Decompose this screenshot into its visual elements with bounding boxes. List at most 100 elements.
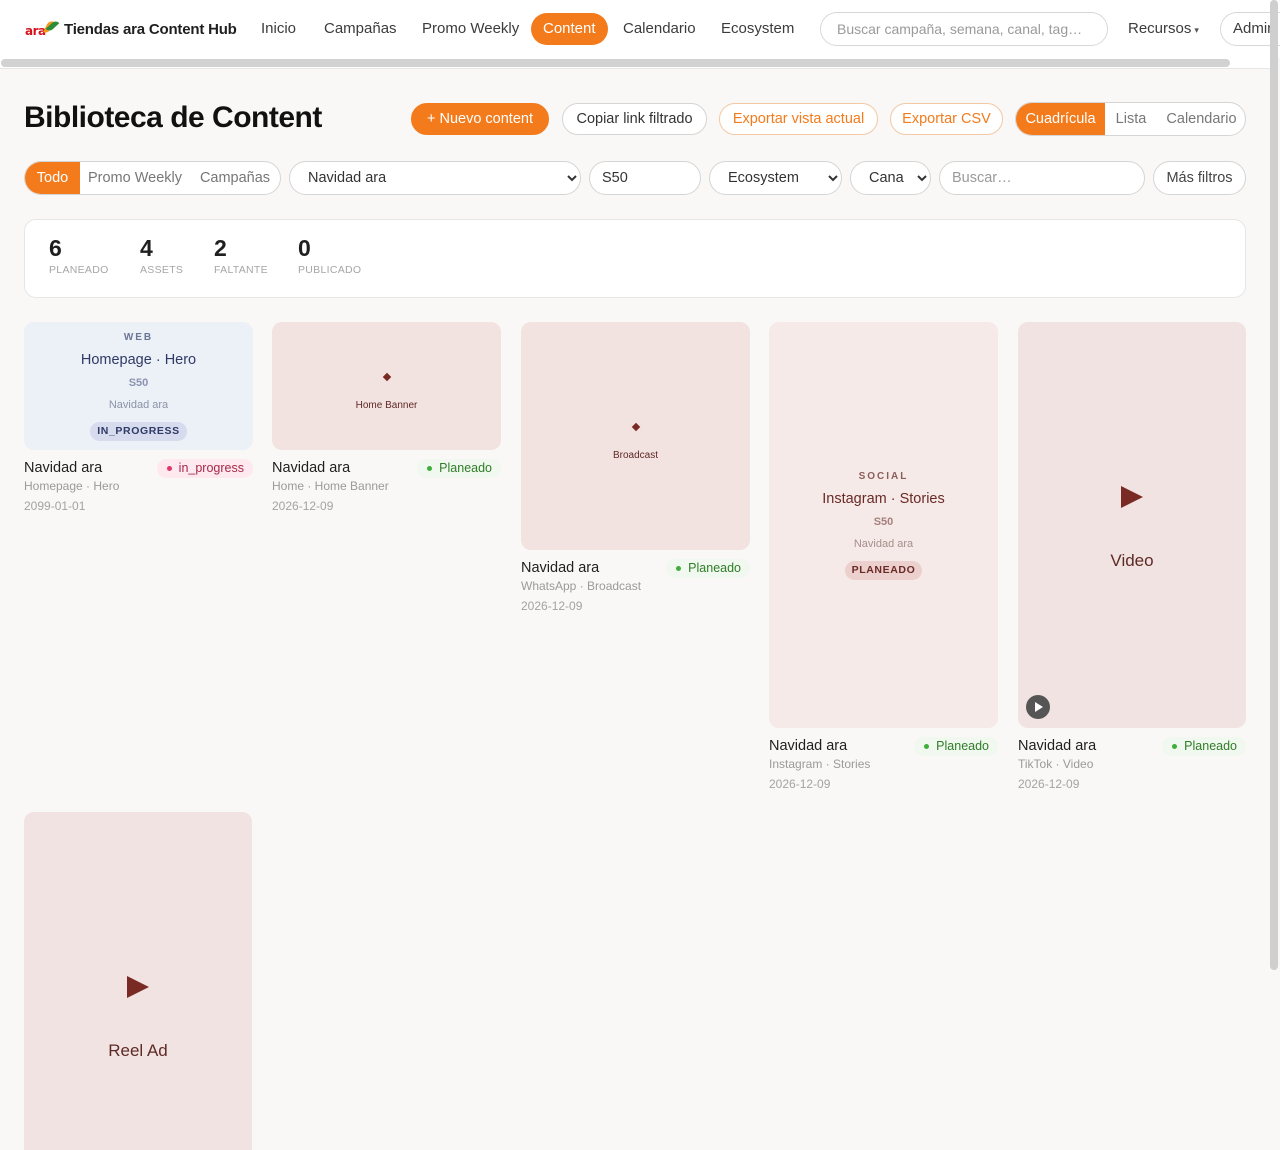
- stat-label: FALTANTE: [214, 264, 268, 276]
- copy-filtered-link-button[interactable]: Copiar link filtrado: [562, 103, 707, 135]
- card-thumbnail[interactable]: Broadcast: [521, 322, 750, 550]
- stat-value: 0: [298, 235, 311, 261]
- horizontal-scrollbar-thumb[interactable]: [1, 59, 1230, 67]
- stat-label: PUBLICADO: [298, 264, 362, 276]
- card-subtitle: Instagram · Stories: [769, 757, 871, 771]
- card-thumbnail[interactable]: Video: [1018, 322, 1246, 728]
- card-title: Navidad ara: [769, 738, 848, 754]
- nav-item-ecosystem[interactable]: Ecosystem: [709, 13, 806, 45]
- stat-label: PLANEADO: [49, 264, 109, 276]
- card-title: Navidad ara: [521, 560, 600, 576]
- thumb-pill-wrap: IN_PROGRESS: [24, 421, 253, 441]
- status-badge: Planeado: [1162, 737, 1246, 756]
- resources-label: Recursos: [1128, 20, 1192, 37]
- thumb-label: Reel Ad: [108, 1041, 168, 1060]
- status-badge: in_progress: [156, 459, 253, 478]
- content-card[interactable]: SOCIAL Instagram · Stories S50 Navidad a…: [769, 322, 998, 800]
- thumb-channel-eyebrow: SOCIAL: [858, 471, 909, 482]
- card-subtitle: WhatsApp · Broadcast: [521, 579, 642, 593]
- view-switcher: Cuadrícula Lista Calendario: [1015, 102, 1246, 136]
- card-title: Navidad ara: [272, 460, 351, 476]
- thumb-pill-wrap: PLANEADO: [769, 560, 998, 580]
- video-play-button-icon[interactable]: [1026, 695, 1050, 719]
- vertical-scrollbar-thumb[interactable]: [1270, 0, 1278, 970]
- top-navigation: ara Tiendas ara Content Hub Inicio Campa…: [0, 0, 1280, 58]
- thumb-title: Instagram · Stories: [822, 491, 945, 507]
- stat-value: 4: [140, 235, 153, 261]
- thumb-week: S50: [873, 516, 894, 528]
- content-card[interactable]: Broadcast Navidad ara Planeado WhatsApp …: [521, 322, 750, 622]
- card-date: 2026-12-09: [769, 777, 831, 791]
- card-subtitle: Home · Home Banner: [272, 479, 389, 493]
- card-subtitle: Homepage · Hero: [24, 479, 120, 493]
- scope-promo-weekly-tab[interactable]: Promo Weekly: [80, 162, 190, 194]
- card-title: Navidad ara: [24, 460, 103, 476]
- campaign-select[interactable]: Navidad ara: [289, 161, 581, 195]
- thumb-label: Video: [1110, 551, 1154, 570]
- more-filters-button[interactable]: Más filtros: [1153, 161, 1246, 195]
- nav-item-campanas[interactable]: Campañas: [312, 13, 409, 45]
- thumb-label: Broadcast: [612, 450, 659, 461]
- nav-item-promo-weekly[interactable]: Promo Weekly: [410, 13, 531, 45]
- ecosystem-select[interactable]: Ecosystem: [709, 161, 842, 195]
- page-title: Biblioteca de Content: [24, 101, 322, 134]
- card-thumbnail[interactable]: WEB Homepage · Hero S50 Navidad ara IN_P…: [24, 322, 253, 450]
- nav-item-calendario[interactable]: Calendario: [611, 13, 708, 45]
- content-card[interactable]: Video Navidad ara Planeado TikTok · Vide…: [1018, 322, 1246, 800]
- channel-select[interactable]: Canal: [850, 161, 931, 195]
- stat-planeado: 6 PLANEADO: [49, 235, 109, 276]
- export-csv-button[interactable]: Exportar CSV: [890, 103, 1003, 135]
- diamond-icon: [272, 367, 501, 385]
- chevron-down-icon: ▾: [1194, 25, 1199, 35]
- brand[interactable]: ara Tiendas ara Content Hub: [24, 16, 237, 42]
- content-search-input[interactable]: [939, 161, 1145, 195]
- view-calendar-tab[interactable]: Calendario: [1157, 103, 1245, 135]
- thumb-status-pill: IN_PROGRESS: [90, 422, 187, 441]
- diamond-icon: [521, 417, 750, 435]
- stat-value: 2: [214, 235, 227, 261]
- thumb-title: Homepage · Hero: [80, 352, 197, 368]
- content-card[interactable]: Home Banner Navidad ara Planeado Home · …: [272, 322, 501, 522]
- card-thumbnail[interactable]: Home Banner: [272, 322, 501, 450]
- nav-item-inicio[interactable]: Inicio: [249, 13, 308, 45]
- content-card[interactable]: WEB Homepage · Hero S50 Navidad ara IN_P…: [24, 322, 253, 522]
- stat-assets: 4 ASSETS: [140, 235, 183, 276]
- play-icon: [24, 976, 252, 1003]
- stats-panel: 6 PLANEADO 4 ASSETS 2 FALTANTE 0 PUBLICA…: [24, 219, 1246, 298]
- thumb-status-pill: PLANEADO: [844, 561, 923, 580]
- thumb-label: Home Banner: [355, 400, 418, 411]
- card-date: 2026-12-09: [272, 499, 334, 513]
- card-thumbnail[interactable]: Reel Ad: [24, 812, 252, 1150]
- stat-value: 6: [49, 235, 62, 261]
- card-subtitle: TikTok · Video: [1018, 757, 1094, 771]
- status-badge: Planeado: [417, 459, 501, 478]
- card-date: 2026-12-09: [521, 599, 583, 613]
- global-search-input[interactable]: [820, 12, 1108, 46]
- card-thumbnail[interactable]: SOCIAL Instagram · Stories S50 Navidad a…: [769, 322, 998, 728]
- scope-campanas-tab[interactable]: Campañas: [190, 162, 280, 194]
- horizontal-scrollbar[interactable]: [0, 58, 1270, 69]
- brand-name: Tiendas ara Content Hub: [64, 20, 237, 38]
- new-content-button[interactable]: + Nuevo content: [411, 103, 549, 135]
- stat-publicado: 0 PUBLICADO: [298, 235, 361, 276]
- view-grid-tab[interactable]: Cuadrícula: [1016, 103, 1105, 135]
- thumb-week: S50: [128, 377, 149, 389]
- card-title: Navidad ara: [1018, 738, 1097, 754]
- scope-todo-tab[interactable]: Todo: [25, 162, 80, 194]
- stat-label: ASSETS: [140, 264, 184, 276]
- thumb-campaign: Navidad ara: [853, 538, 914, 550]
- resources-menu[interactable]: Recursos ▾: [1128, 13, 1199, 45]
- ara-logo: ara: [24, 16, 60, 42]
- view-list-tab[interactable]: Lista: [1105, 103, 1157, 135]
- card-date: 2099-01-01: [24, 499, 86, 513]
- status-badge: Planeado: [666, 559, 750, 578]
- content-card[interactable]: Reel Ad: [24, 812, 252, 1150]
- scope-switcher: Todo Promo Weekly Campañas: [24, 161, 281, 195]
- nav-item-content[interactable]: Content: [531, 13, 608, 45]
- play-icon: [1018, 486, 1246, 513]
- thumb-channel-eyebrow: WEB: [123, 332, 154, 343]
- card-date: 2026-12-09: [1018, 777, 1080, 791]
- export-current-view-button[interactable]: Exportar vista actual: [719, 103, 878, 135]
- stat-faltante: 2 FALTANTE: [214, 235, 268, 276]
- week-input[interactable]: [589, 161, 701, 195]
